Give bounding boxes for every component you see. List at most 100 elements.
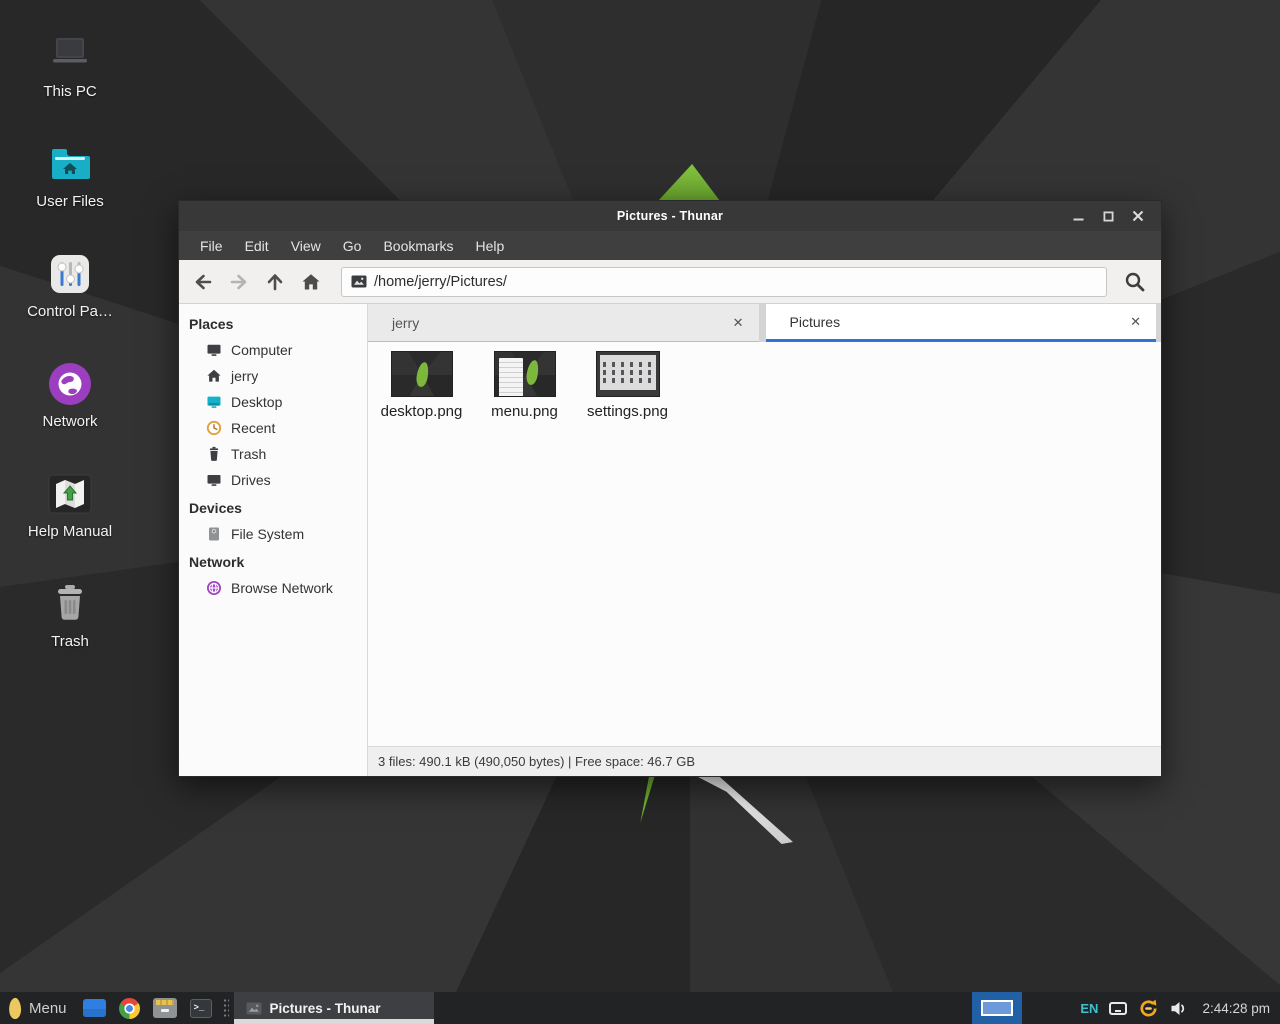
sidebar-item-browse-network[interactable]: Browse Network bbox=[179, 575, 367, 601]
desktop-icon-label: Network bbox=[14, 413, 126, 430]
tab-close-button[interactable]: ✕ bbox=[1115, 314, 1156, 330]
tab-label: Pictures bbox=[766, 314, 841, 330]
desktop-icon-this-pc[interactable]: This PC bbox=[14, 30, 126, 100]
network-globe-icon bbox=[206, 580, 222, 596]
desktop-icon-control-panel[interactable]: Control Pa… bbox=[14, 250, 126, 320]
back-button[interactable] bbox=[187, 266, 219, 298]
file-menu-png[interactable]: menu.png bbox=[473, 349, 576, 420]
wallpaper-white-ray bbox=[698, 777, 793, 844]
workspace-window-preview bbox=[981, 1000, 1013, 1016]
forward-button[interactable] bbox=[223, 266, 255, 298]
file-view[interactable]: desktop.png menu.png bbox=[368, 342, 1161, 746]
globe-icon bbox=[46, 360, 94, 408]
chrome-launcher-icon[interactable] bbox=[119, 998, 140, 1019]
task-window-icon bbox=[246, 1002, 262, 1015]
tab-jerry[interactable]: jerry ✕ bbox=[368, 304, 759, 342]
sidebar-item-desktop[interactable]: Desktop bbox=[179, 389, 367, 415]
minimize-button[interactable] bbox=[1063, 201, 1093, 231]
taskbar-separator bbox=[223, 998, 229, 1018]
sidebar-item-label: jerry bbox=[231, 368, 258, 384]
image-file-icon bbox=[351, 275, 367, 288]
file-name: settings.png bbox=[587, 403, 668, 420]
close-icon bbox=[1132, 210, 1144, 222]
desktop-icon-trash[interactable]: Trash bbox=[14, 580, 126, 650]
keyboard-icon[interactable] bbox=[1109, 1002, 1127, 1015]
keyboard-layout-indicator[interactable]: EN bbox=[1080, 1001, 1098, 1016]
archive-launcher-icon[interactable] bbox=[153, 998, 177, 1018]
workspace-switcher[interactable] bbox=[972, 992, 1022, 1024]
desktop-icon-user-files[interactable]: User Files bbox=[14, 140, 126, 210]
desktop-icon-network[interactable]: Network bbox=[14, 360, 126, 430]
status-bar: 3 files: 490.1 kB (490,050 bytes) | Free… bbox=[368, 746, 1161, 776]
status-text: 3 files: 490.1 kB (490,050 bytes) | Free… bbox=[378, 754, 695, 769]
desktop-icon-label: User Files bbox=[14, 193, 126, 210]
taskbar: Menu >_ Pictures - Thunar EN bbox=[0, 992, 1280, 1024]
menu-button[interactable]: Menu bbox=[0, 992, 77, 1024]
desktop-icon-label: Trash bbox=[14, 633, 126, 650]
sidebar-item-jerry-home[interactable]: jerry bbox=[179, 363, 367, 389]
sidebar-item-label: Drives bbox=[231, 472, 271, 488]
path-text: /home/jerry/Pictures/ bbox=[374, 274, 507, 290]
home-icon bbox=[206, 368, 222, 384]
maximize-button[interactable] bbox=[1093, 201, 1123, 231]
sidebar-header-devices: Devices bbox=[179, 493, 367, 521]
side-pane: Places Computer jerry Desktop bbox=[179, 304, 368, 776]
volume-icon[interactable] bbox=[1170, 1001, 1188, 1016]
sidebar-item-label: Trash bbox=[231, 446, 266, 462]
path-bar[interactable]: /home/jerry/Pictures/ bbox=[341, 267, 1107, 297]
file-settings-png[interactable]: settings.png bbox=[576, 349, 679, 420]
sidebar-item-label: Computer bbox=[231, 342, 292, 358]
task-button-thunar[interactable]: Pictures - Thunar bbox=[234, 992, 434, 1024]
forward-arrow-icon bbox=[228, 271, 250, 293]
menu-help[interactable]: Help bbox=[465, 231, 516, 260]
back-arrow-icon bbox=[192, 271, 214, 293]
desktop-icon-label: Control Pa… bbox=[14, 303, 126, 320]
toolbar: /home/jerry/Pictures/ bbox=[179, 260, 1161, 304]
wallpaper-mint-leaf-bottom bbox=[639, 777, 655, 823]
sidebar-header-network: Network bbox=[179, 547, 367, 575]
search-button[interactable] bbox=[1117, 265, 1153, 299]
window-title: Pictures - Thunar bbox=[179, 209, 1161, 223]
menu-edit[interactable]: Edit bbox=[234, 231, 280, 260]
close-button[interactable] bbox=[1123, 201, 1153, 231]
minimize-icon bbox=[1073, 211, 1084, 222]
menu-go[interactable]: Go bbox=[332, 231, 373, 260]
tab-pictures[interactable]: Pictures ✕ bbox=[766, 304, 1157, 342]
clock[interactable]: 2:44:28 pm bbox=[1198, 1001, 1280, 1016]
maximize-icon bbox=[1103, 211, 1114, 222]
menubar: File Edit View Go Bookmarks Help bbox=[179, 231, 1161, 260]
folder-home-icon bbox=[46, 140, 94, 188]
home-button[interactable] bbox=[295, 266, 327, 298]
pc-icon bbox=[46, 30, 94, 78]
sidebar-item-label: Desktop bbox=[231, 394, 282, 410]
desktop-icon-help-manual[interactable]: Help Manual bbox=[14, 470, 126, 540]
sidebar-item-label: File System bbox=[231, 526, 304, 542]
settings-png-thumbnail bbox=[596, 351, 660, 397]
system-tray: EN bbox=[1070, 998, 1198, 1019]
terminal-launcher-icon[interactable]: >_ bbox=[190, 999, 212, 1018]
desktop-png-thumbnail bbox=[391, 351, 453, 397]
desktop-monitor-icon bbox=[206, 394, 222, 410]
window-titlebar[interactable]: Pictures - Thunar bbox=[179, 201, 1161, 231]
sidebar-item-file-system[interactable]: File System bbox=[179, 521, 367, 547]
drives-icon bbox=[206, 472, 222, 488]
sidebar-item-drives[interactable]: Drives bbox=[179, 467, 367, 493]
sidebar-item-computer[interactable]: Computer bbox=[179, 337, 367, 363]
sidebar-item-trash[interactable]: Trash bbox=[179, 441, 367, 467]
up-arrow-icon bbox=[264, 271, 286, 293]
file-desktop-png[interactable]: desktop.png bbox=[370, 349, 473, 420]
file-manager-launcher-icon[interactable] bbox=[83, 999, 106, 1017]
home-icon bbox=[300, 271, 322, 293]
trash-icon bbox=[206, 446, 222, 462]
up-button[interactable] bbox=[259, 266, 291, 298]
tab-close-button[interactable]: ✕ bbox=[718, 315, 759, 331]
menu-file[interactable]: File bbox=[189, 231, 234, 260]
file-name: desktop.png bbox=[381, 403, 463, 420]
task-button-label: Pictures - Thunar bbox=[270, 1001, 381, 1016]
sidebar-item-recent[interactable]: Recent bbox=[179, 415, 367, 441]
update-manager-icon[interactable] bbox=[1138, 998, 1159, 1019]
menu-bookmarks[interactable]: Bookmarks bbox=[372, 231, 464, 260]
quick-launchers: >_ bbox=[77, 998, 218, 1019]
settings-sliders-icon bbox=[46, 250, 94, 298]
menu-view[interactable]: View bbox=[280, 231, 332, 260]
